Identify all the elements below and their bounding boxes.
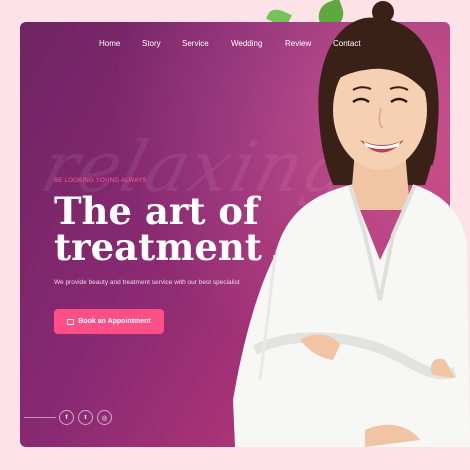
nav-item-review[interactable]: Review xyxy=(285,39,311,48)
book-appointment-button[interactable]: Book an Appointment xyxy=(54,309,164,334)
nav-item-wedding[interactable]: Wedding xyxy=(231,39,262,48)
nav-item-service[interactable]: Service xyxy=(182,39,209,48)
main-nav: Home Story Service Wedding Review Contac… xyxy=(0,39,470,53)
hero-description: We provide beauty and treatment service … xyxy=(54,279,240,286)
calendar-icon xyxy=(67,318,75,325)
hero-tagline: BE LOOKING YOUNG ALWAYS xyxy=(54,178,147,184)
nav-item-home[interactable]: Home xyxy=(99,39,120,48)
nav-item-contact[interactable]: Contact xyxy=(333,39,361,48)
facebook-icon[interactable]: f xyxy=(59,410,74,425)
book-appointment-label: Book an Appointment xyxy=(78,318,151,325)
twitter-icon[interactable]: t xyxy=(78,410,93,425)
spa-woman-photo xyxy=(233,1,470,447)
nav-item-story[interactable]: Story xyxy=(142,39,161,48)
social-divider xyxy=(24,417,56,418)
instagram-icon[interactable]: ◎ xyxy=(97,410,112,425)
